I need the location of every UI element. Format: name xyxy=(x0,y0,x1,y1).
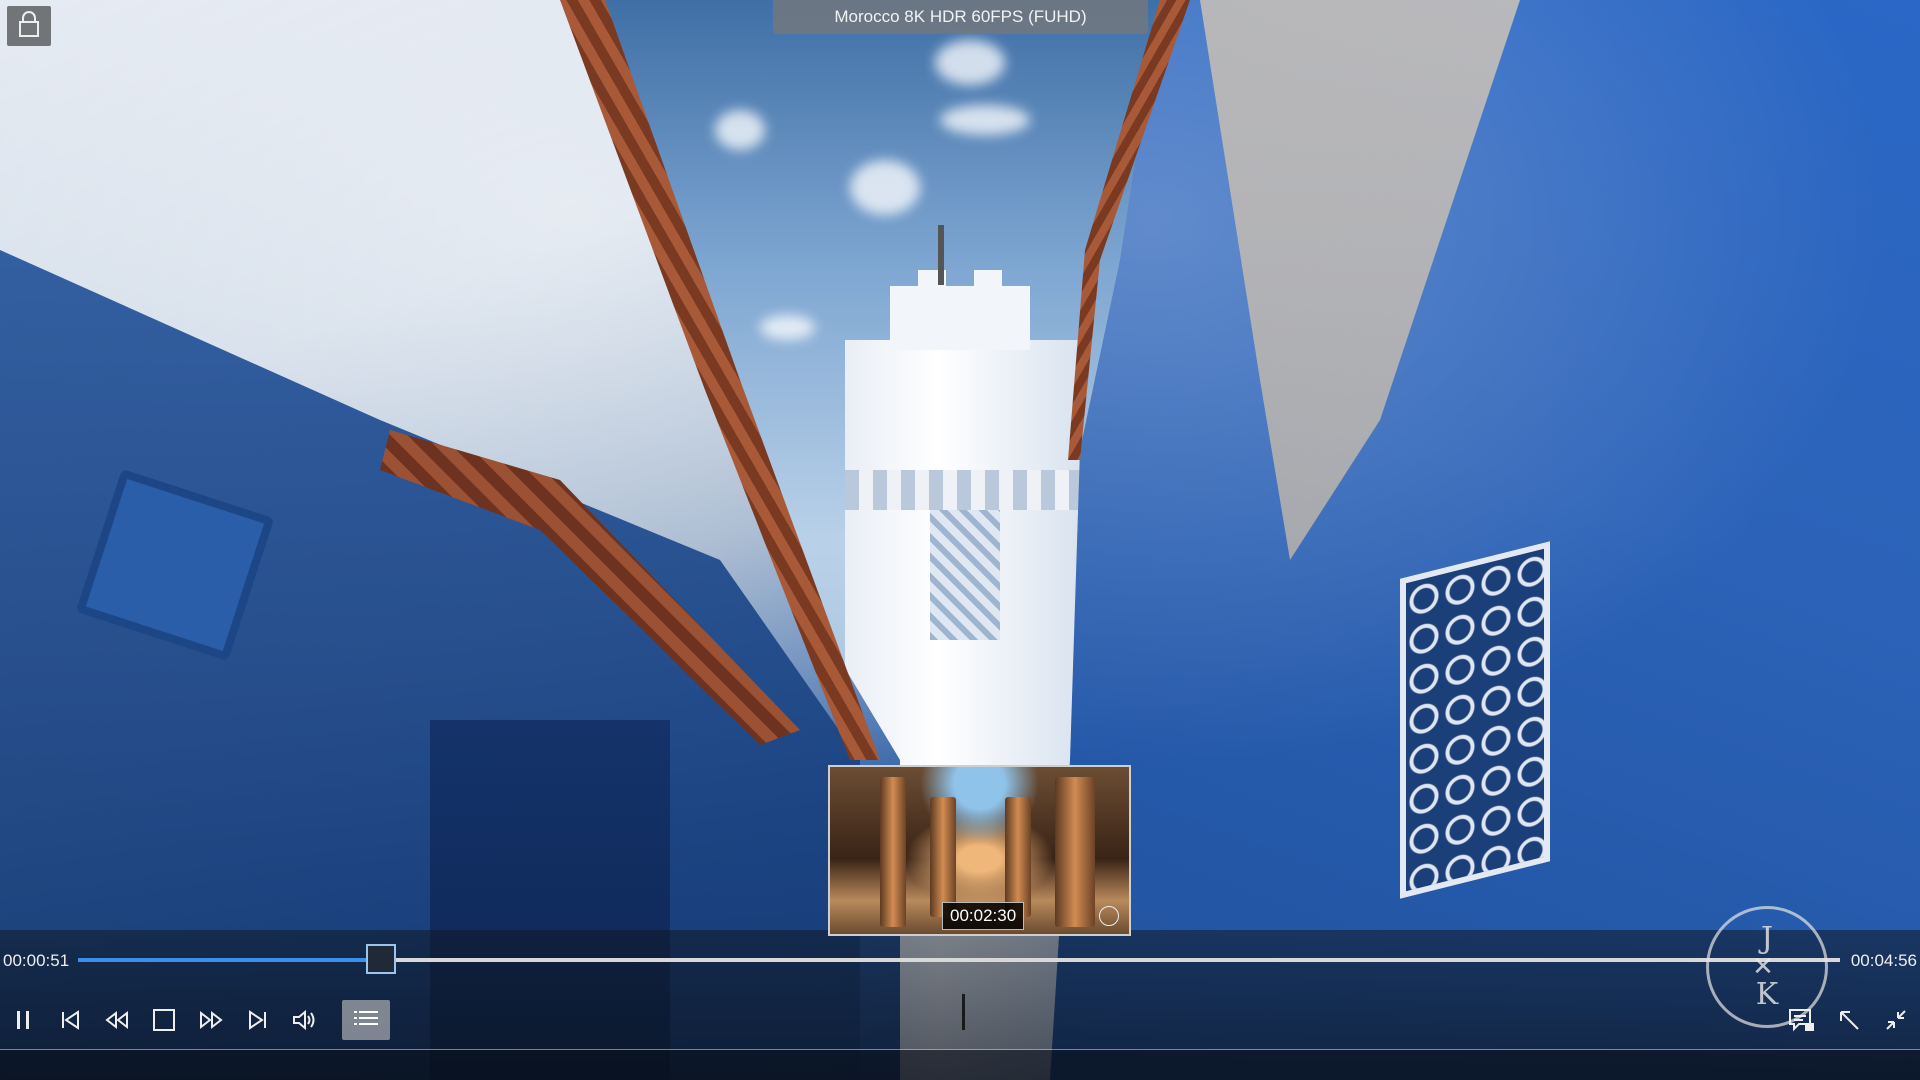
lock-button[interactable] xyxy=(7,6,51,46)
preview-pillar xyxy=(880,777,906,927)
preview-pillar xyxy=(1005,797,1031,917)
cloud xyxy=(715,110,765,150)
text-cursor xyxy=(962,994,965,1030)
stop-icon xyxy=(152,1008,176,1032)
volume-icon xyxy=(291,1009,317,1031)
exit-fullscreen-icon xyxy=(1884,1008,1908,1032)
preview-pillar xyxy=(1055,777,1095,927)
seek-bar-progress xyxy=(78,958,382,962)
playlist-button[interactable] xyxy=(342,1000,390,1040)
preview-pillar xyxy=(930,797,956,917)
preview-logo-icon xyxy=(1099,906,1119,926)
total-time: 00:04:56 xyxy=(1850,951,1917,970)
lattice-window xyxy=(1400,541,1550,899)
restore-icon xyxy=(1837,1008,1861,1032)
current-time: 00:00:51 xyxy=(3,951,70,970)
fast-forward-icon xyxy=(198,1009,224,1031)
preview-time: 00:02:30 xyxy=(942,902,1025,930)
lock-icon xyxy=(17,10,41,43)
video-title: Morocco 8K HDR 60FPS (FUHD) xyxy=(773,0,1148,34)
minaret-band xyxy=(845,470,1080,510)
cloud xyxy=(940,105,1030,135)
rewind-icon xyxy=(104,1009,130,1031)
minaret-spire xyxy=(938,225,944,285)
playlist-icon xyxy=(352,1008,380,1033)
seek-preview: 00:02:30 xyxy=(828,765,1131,936)
minaret-top xyxy=(890,270,1030,350)
volume-button[interactable] xyxy=(284,1000,324,1040)
stop-button[interactable] xyxy=(144,1000,184,1040)
exit-fullscreen-button[interactable] xyxy=(1876,1000,1916,1040)
status-strip xyxy=(0,1050,1920,1080)
subtitles-button[interactable] xyxy=(1782,1000,1822,1040)
minaret-lattice xyxy=(930,510,1000,640)
watermark-top-letter: J xyxy=(1760,921,1774,956)
previous-icon xyxy=(59,1009,81,1031)
next-icon xyxy=(247,1009,269,1031)
watermark-bottom-letter: K xyxy=(1755,977,1779,1012)
seek-bar[interactable] xyxy=(78,944,1840,974)
fast-forward-button[interactable] xyxy=(191,1000,231,1040)
rewind-button[interactable] xyxy=(97,1000,137,1040)
cloud xyxy=(760,315,815,340)
cloud xyxy=(935,40,1005,85)
subtitles-icon xyxy=(1787,1007,1817,1033)
next-button[interactable] xyxy=(238,1000,278,1040)
seek-bar-thumb[interactable] xyxy=(366,944,397,974)
previous-button[interactable] xyxy=(50,1000,90,1040)
cloud xyxy=(850,160,920,215)
pause-button[interactable] xyxy=(3,1000,43,1040)
pause-icon xyxy=(13,1009,33,1031)
restore-window-button[interactable] xyxy=(1829,1000,1869,1040)
